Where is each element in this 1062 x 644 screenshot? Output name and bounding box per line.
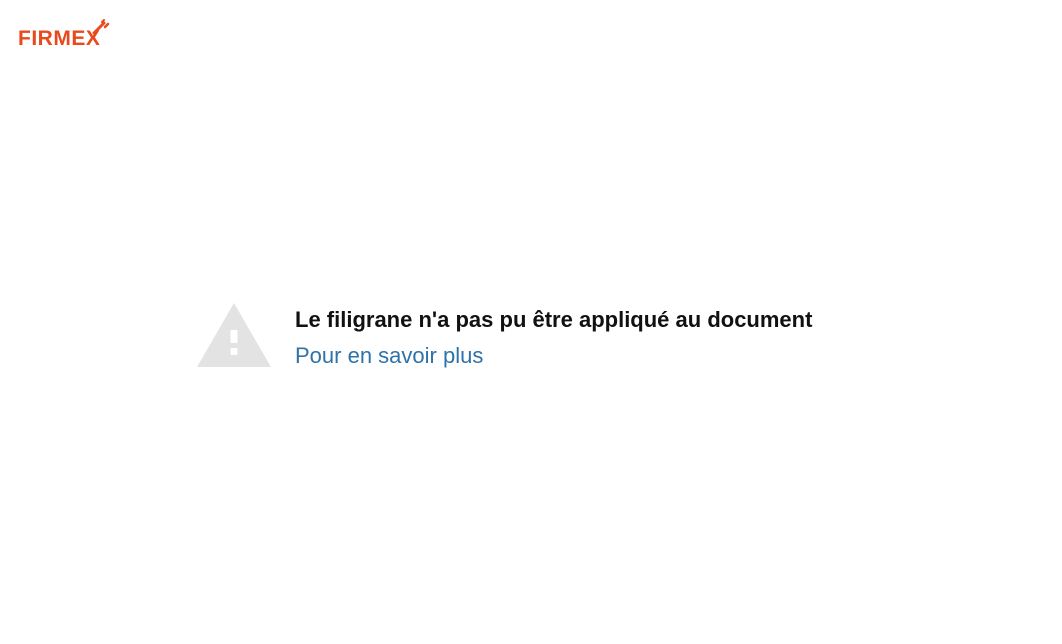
- page: FIRMEX Le filigrane n'a pas pu être appl…: [0, 0, 1062, 644]
- firmex-logo: FIRMEX: [18, 18, 110, 50]
- error-text: Le filigrane n'a pas pu être appliqué au…: [295, 303, 812, 369]
- logo-wordmark: FIRMEX: [18, 27, 101, 50]
- warning-triangle-icon: [197, 303, 271, 367]
- error-message: Le filigrane n'a pas pu être appliqué au…: [295, 307, 813, 332]
- header: FIRMEX: [18, 18, 110, 50]
- learn-more-link[interactable]: Pour en savoir plus: [295, 343, 812, 369]
- error-panel: Le filigrane n'a pas pu être appliqué au…: [197, 303, 812, 369]
- logo-spark-icon: [92, 19, 110, 35]
